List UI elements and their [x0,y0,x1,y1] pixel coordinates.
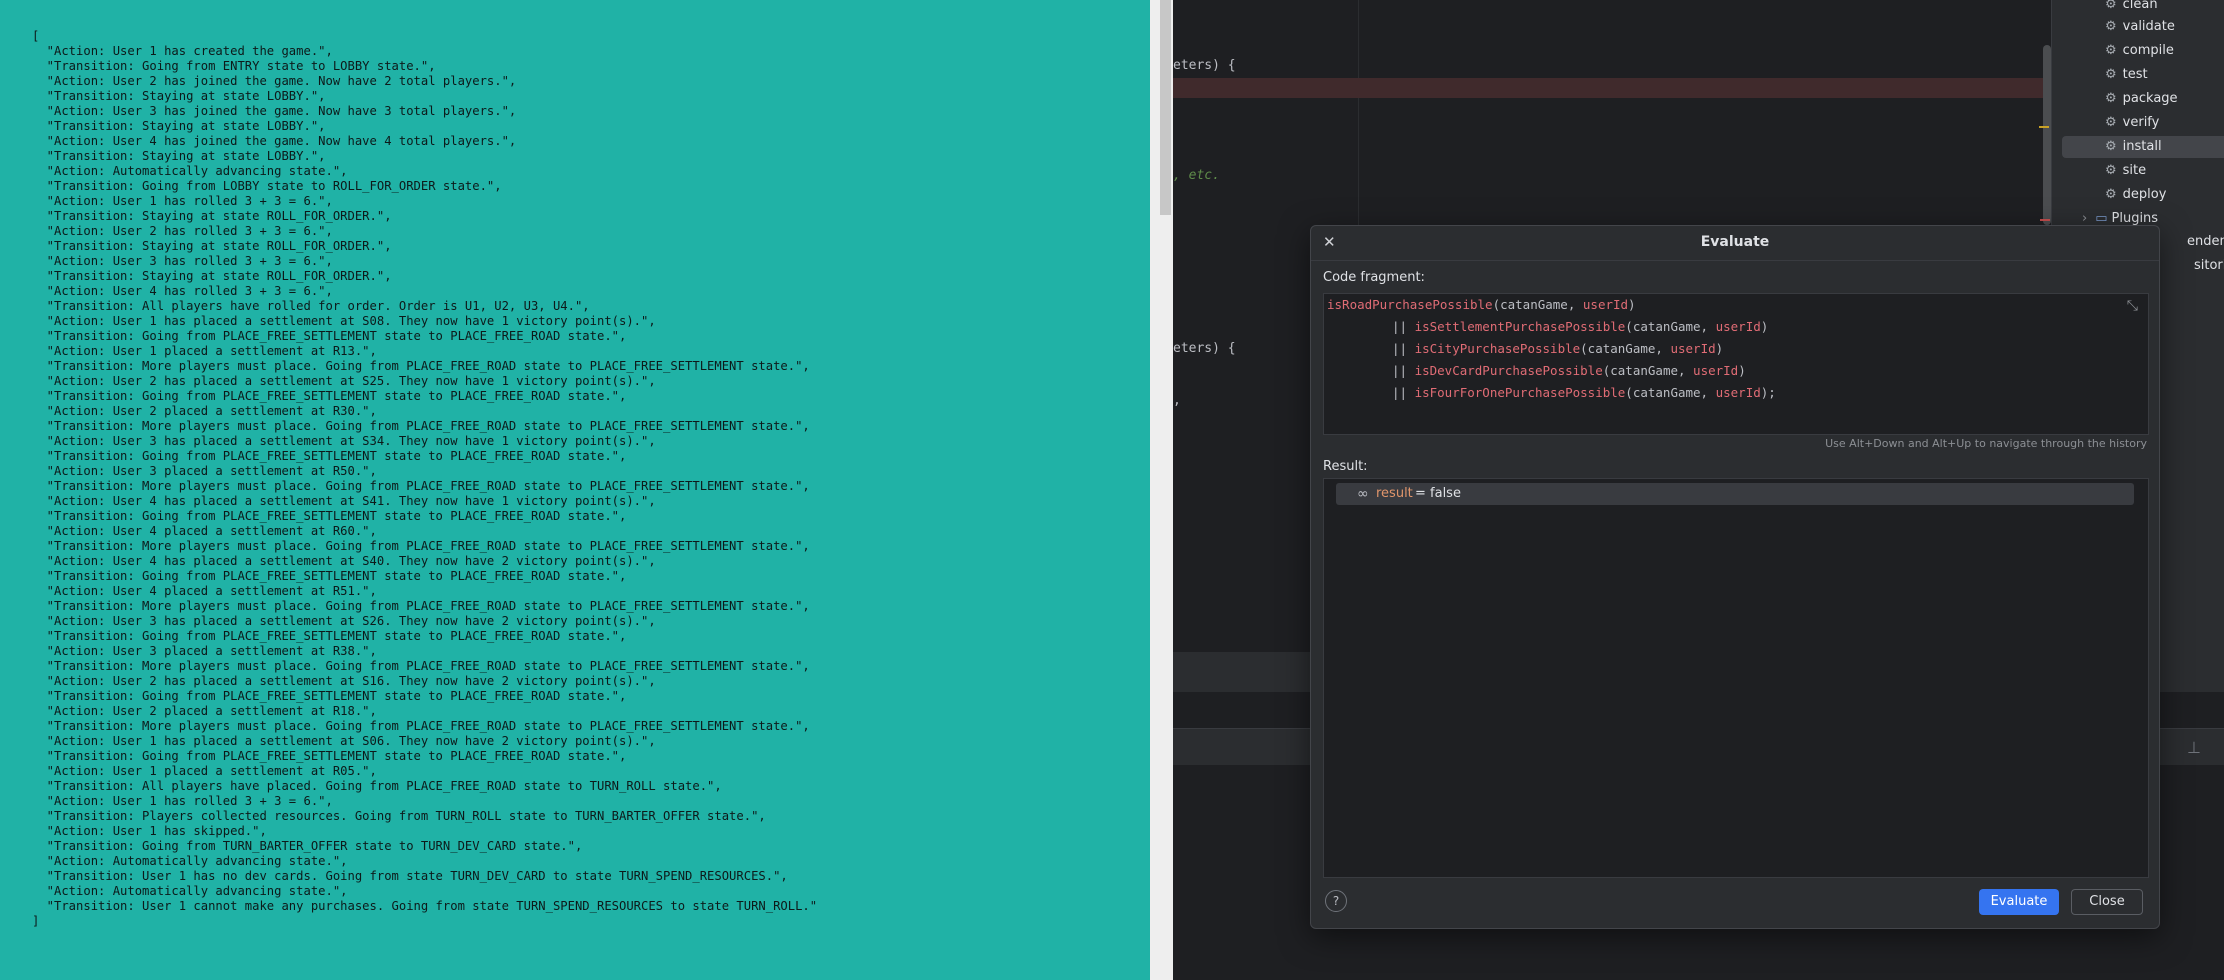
help-button[interactable]: ? [1325,890,1347,912]
breakpoint-line-highlight [1173,78,2051,98]
gear-icon: ⚙ [2105,139,2117,154]
error-marker[interactable] [2040,219,2050,221]
result-value: = false [1415,486,1461,501]
maven-goal-verify[interactable]: ⚙ verify [2105,112,2159,134]
gear-icon: ⚙ [2105,115,2117,130]
maven-goal-package[interactable]: ⚙ package [2105,88,2178,110]
maven-goal-install[interactable]: ⚙ install [2062,136,2224,158]
result-tree: ∞ result = false [1323,478,2149,878]
evaluate-button[interactable]: Evaluate [1979,889,2059,915]
history-hint: Use Alt+Down and Alt+Up to navigate thro… [1825,437,2147,450]
result-name: result [1376,486,1413,501]
editor-line: , [1173,393,1181,408]
gear-icon: ⚙ [2105,0,2117,12]
code-line: || isDevCardPurchasePossible(catanGame, … [1392,363,1746,378]
code-line: || isCityPurchasePossible(catanGame, use… [1392,341,1724,356]
gear-icon: ⚙ [2105,19,2117,34]
code-fragment-label: Code fragment: [1323,270,1425,285]
editor-comment: , etc. [1173,168,1220,183]
maven-goal-compile[interactable]: ⚙ compile [2105,40,2174,62]
result-row[interactable]: ∞ result = false [1336,483,2134,505]
warning-marker[interactable] [2039,126,2049,128]
maven-repositories-node[interactable]: sitories [2194,258,2224,273]
evaluate-dialog: ✕ Evaluate Code fragment: isRoadPurchase… [1310,225,2160,929]
result-label: Result: [1323,459,1368,474]
watch-icon: ∞ [1357,486,1369,502]
gear-icon: ⚙ [2105,67,2117,82]
dialog-header-separator [1311,260,2159,261]
log-scrollbar-thumb[interactable] [1160,0,1171,215]
gear-icon: ⚙ [2105,91,2117,106]
editor-scrollbar[interactable] [2043,45,2051,225]
gear-icon: ⚙ [2105,187,2117,202]
maven-goal-clean[interactable]: ⚙ clean [2105,0,2158,16]
folder-icon: ▭ [2095,211,2108,226]
gear-icon: ⚙ [2105,163,2117,178]
code-line: isRoadPurchasePossible(catanGame, userId… [1327,297,1636,312]
code-line: || isFourForOnePurchasePossible(catanGam… [1392,385,1776,400]
gear-icon: ⚙ [2105,43,2117,58]
close-button[interactable]: Close [2071,889,2143,915]
maven-goal-site[interactable]: ⚙ site [2105,160,2146,182]
editor-line: eters) { [1173,58,1236,73]
maven-dependencies-node[interactable]: endencies [2187,234,2224,249]
dialog-title: Evaluate [1700,234,1770,250]
editor-line: eters) { [1173,341,1236,356]
chevron-right-icon: › [2082,211,2088,226]
log-output-pane: [ "Action: User 1 has created the game."… [0,0,1150,980]
log-output-text: [ "Action: User 1 has created the game."… [32,29,818,928]
maven-goal-deploy[interactable]: ⚙ deploy [2105,184,2166,206]
collapse-icon[interactable]: ⤡ [2127,298,2138,314]
maven-goal-test[interactable]: ⚙ test [2105,64,2148,86]
code-line: || isSettlementPurchasePossible(catanGam… [1392,319,1769,334]
maven-goal-validate[interactable]: ⚙ validate [2105,16,2175,38]
code-fragment-editor[interactable]: isRoadPurchasePossible(catanGame, userId… [1323,293,2149,435]
layout-icon[interactable]: ⊥ [2187,738,2201,757]
